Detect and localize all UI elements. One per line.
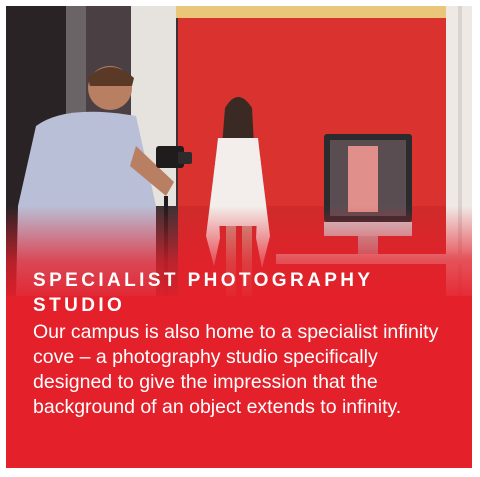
info-card: SPECIALIST PHOTOGRAPHY STUDIO Our campus…	[6, 6, 472, 468]
section-body: Our campus is also home to a specialist …	[33, 321, 439, 418]
text-block: SPECIALIST PHOTOGRAPHY STUDIO Our campus…	[33, 268, 453, 420]
section-heading: SPECIALIST PHOTOGRAPHY STUDIO	[33, 270, 374, 316]
